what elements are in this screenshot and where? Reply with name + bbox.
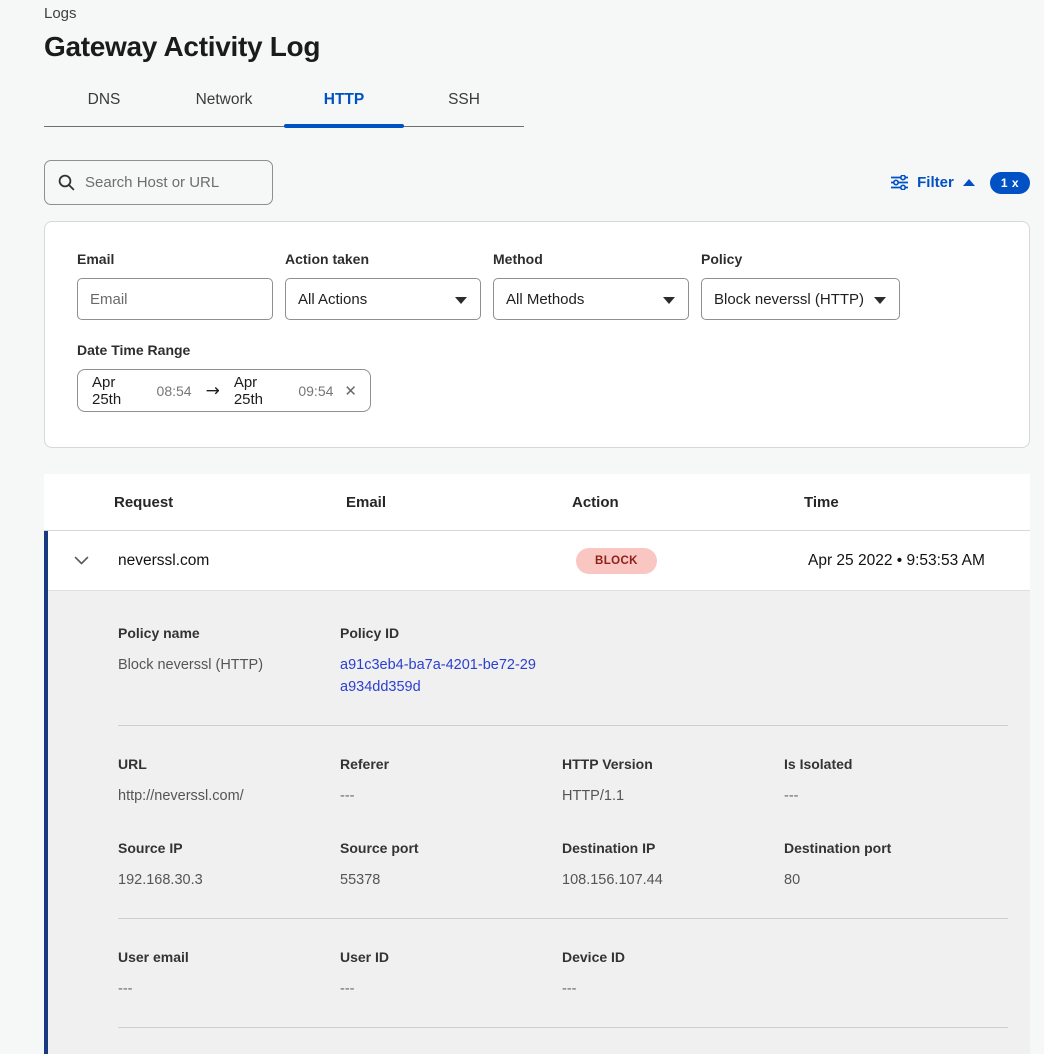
- destination-ip-value: 108.156.107.44: [562, 870, 784, 892]
- source-ip-value: 192.168.30.3: [118, 870, 340, 892]
- action-taken-label: Action taken: [285, 251, 481, 267]
- close-icon[interactable]: ✕: [344, 382, 357, 400]
- end-date: Apr 25th: [234, 374, 288, 408]
- tab-dns[interactable]: DNS: [44, 83, 164, 126]
- user-details-section: User email --- User ID --- Device ID ---: [118, 919, 1008, 1027]
- method-value: All Methods: [506, 291, 584, 308]
- referer-value: ---: [340, 786, 562, 808]
- expanded-details-panel: Policy name Block neverssl (HTTP) Policy…: [48, 591, 1030, 1054]
- url-value: http://neverssl.com/: [118, 786, 340, 808]
- url-label: URL: [118, 756, 340, 772]
- is-isolated-value: ---: [784, 786, 1006, 808]
- arrow-right-icon: →: [203, 381, 223, 401]
- policy-id-block: Policy ID a91c3eb4-ba7a-4201-be72-29a934…: [340, 625, 562, 699]
- tab-ssh[interactable]: SSH: [404, 83, 524, 126]
- policy-id-label: Policy ID: [340, 625, 562, 641]
- filter-count-badge[interactable]: 1 x: [990, 172, 1030, 194]
- method-select[interactable]: All Methods: [493, 278, 689, 320]
- source-ip-label: Source IP: [118, 840, 340, 856]
- table-header-row: Request Email Action Time: [44, 474, 1030, 531]
- is-isolated-label: Is Isolated: [784, 756, 1006, 772]
- http-version-value: HTTP/1.1: [562, 786, 784, 808]
- device-id-value: ---: [562, 979, 784, 1001]
- user-email-label: User email: [118, 949, 340, 965]
- col-header-time: Time: [804, 494, 1030, 511]
- policy-value: Block neverssl (HTTP): [714, 291, 864, 308]
- action-taken-value: All Actions: [298, 291, 367, 308]
- log-table: Request Email Action Time neverssl.com B…: [44, 474, 1030, 1054]
- source-port-value: 55378: [340, 870, 562, 892]
- http-version-label: HTTP Version: [562, 756, 784, 772]
- start-time: 08:54: [157, 383, 192, 399]
- policy-label: Policy: [701, 251, 900, 267]
- chevron-down-icon: [455, 297, 467, 304]
- policy-id-link[interactable]: a91c3eb4-ba7a-4201-be72-29a934dd359d: [340, 655, 536, 699]
- col-header-email: Email: [346, 494, 572, 511]
- email-filter-label: Email: [77, 251, 273, 267]
- search-icon: [58, 174, 75, 191]
- user-email-value: ---: [118, 979, 340, 1001]
- user-id-value: ---: [340, 979, 562, 1001]
- page-container: Logs Gateway Activity Log DNS Network HT…: [0, 0, 1044, 1054]
- filter-toggle[interactable]: Filter 1 x: [891, 172, 1030, 194]
- destination-port-label: Destination port: [784, 840, 1006, 856]
- search-row: Filter 1 x: [44, 160, 1030, 205]
- email-filter-field: Email: [77, 251, 273, 320]
- chevron-up-icon: [963, 179, 975, 186]
- tab-bar: DNS Network HTTP SSH: [44, 83, 524, 127]
- expanded-row-wrap: neverssl.com BLOCK Apr 25 2022 • 9:53:53…: [44, 531, 1030, 1054]
- filter-panel: Email Action taken All Actions Method Al…: [44, 221, 1030, 448]
- filter-label: Filter: [917, 174, 954, 191]
- search-box[interactable]: [44, 160, 273, 205]
- row-request: neverssl.com: [118, 552, 350, 570]
- col-header-request: Request: [114, 494, 346, 511]
- policy-name-block: Policy name Block neverssl (HTTP): [118, 625, 340, 699]
- breadcrumb: Logs: [44, 0, 1030, 22]
- action-taken-field: Action taken All Actions: [285, 251, 481, 320]
- destination-ip-label: Destination IP: [562, 840, 784, 856]
- filter-sliders-icon: [891, 175, 908, 190]
- source-port-label: Source port: [340, 840, 562, 856]
- network-details-section: Source IP 192.168.30.3 Source port 55378…: [118, 840, 1008, 918]
- date-range-field: Date Time Range Apr 25th 08:54 → Apr 25t…: [77, 342, 997, 412]
- chevron-down-icon[interactable]: [74, 556, 89, 565]
- method-label: Method: [493, 251, 689, 267]
- start-date: Apr 25th: [92, 374, 146, 408]
- radar-link-row: View domain details in Radar →: [118, 1028, 1008, 1054]
- table-row[interactable]: neverssl.com BLOCK Apr 25 2022 • 9:53:53…: [48, 531, 1030, 591]
- destination-port-value: 80: [784, 870, 1006, 892]
- tab-http[interactable]: HTTP: [284, 83, 404, 126]
- policy-name-value: Block neverssl (HTTP): [118, 655, 340, 677]
- end-time: 09:54: [298, 383, 333, 399]
- action-taken-select[interactable]: All Actions: [285, 278, 481, 320]
- date-range-label: Date Time Range: [77, 342, 997, 358]
- col-header-action: Action: [572, 494, 804, 511]
- device-id-label: Device ID: [562, 949, 784, 965]
- referer-label: Referer: [340, 756, 562, 772]
- chevron-down-icon: [874, 297, 886, 304]
- policy-field: Policy Block neverssl (HTTP): [701, 251, 900, 320]
- user-id-label: User ID: [340, 949, 562, 965]
- search-input[interactable]: [85, 174, 262, 191]
- status-badge: BLOCK: [576, 548, 657, 574]
- page-title: Gateway Activity Log: [44, 31, 1030, 63]
- method-field: Method All Methods: [493, 251, 689, 320]
- policy-select[interactable]: Block neverssl (HTTP): [701, 278, 900, 320]
- date-range-control[interactable]: Apr 25th 08:54 → Apr 25th 09:54 ✕: [77, 369, 371, 412]
- chevron-down-icon: [663, 297, 675, 304]
- row-time: Apr 25 2022 • 9:53:53 AM: [808, 552, 1030, 570]
- email-filter-input[interactable]: [77, 278, 273, 320]
- tab-network[interactable]: Network: [164, 83, 284, 126]
- policy-name-label: Policy name: [118, 625, 340, 641]
- policy-section: Policy name Block neverssl (HTTP) Policy…: [118, 625, 1008, 725]
- request-details-section: URL http://neverssl.com/ Referer --- HTT…: [118, 726, 1008, 808]
